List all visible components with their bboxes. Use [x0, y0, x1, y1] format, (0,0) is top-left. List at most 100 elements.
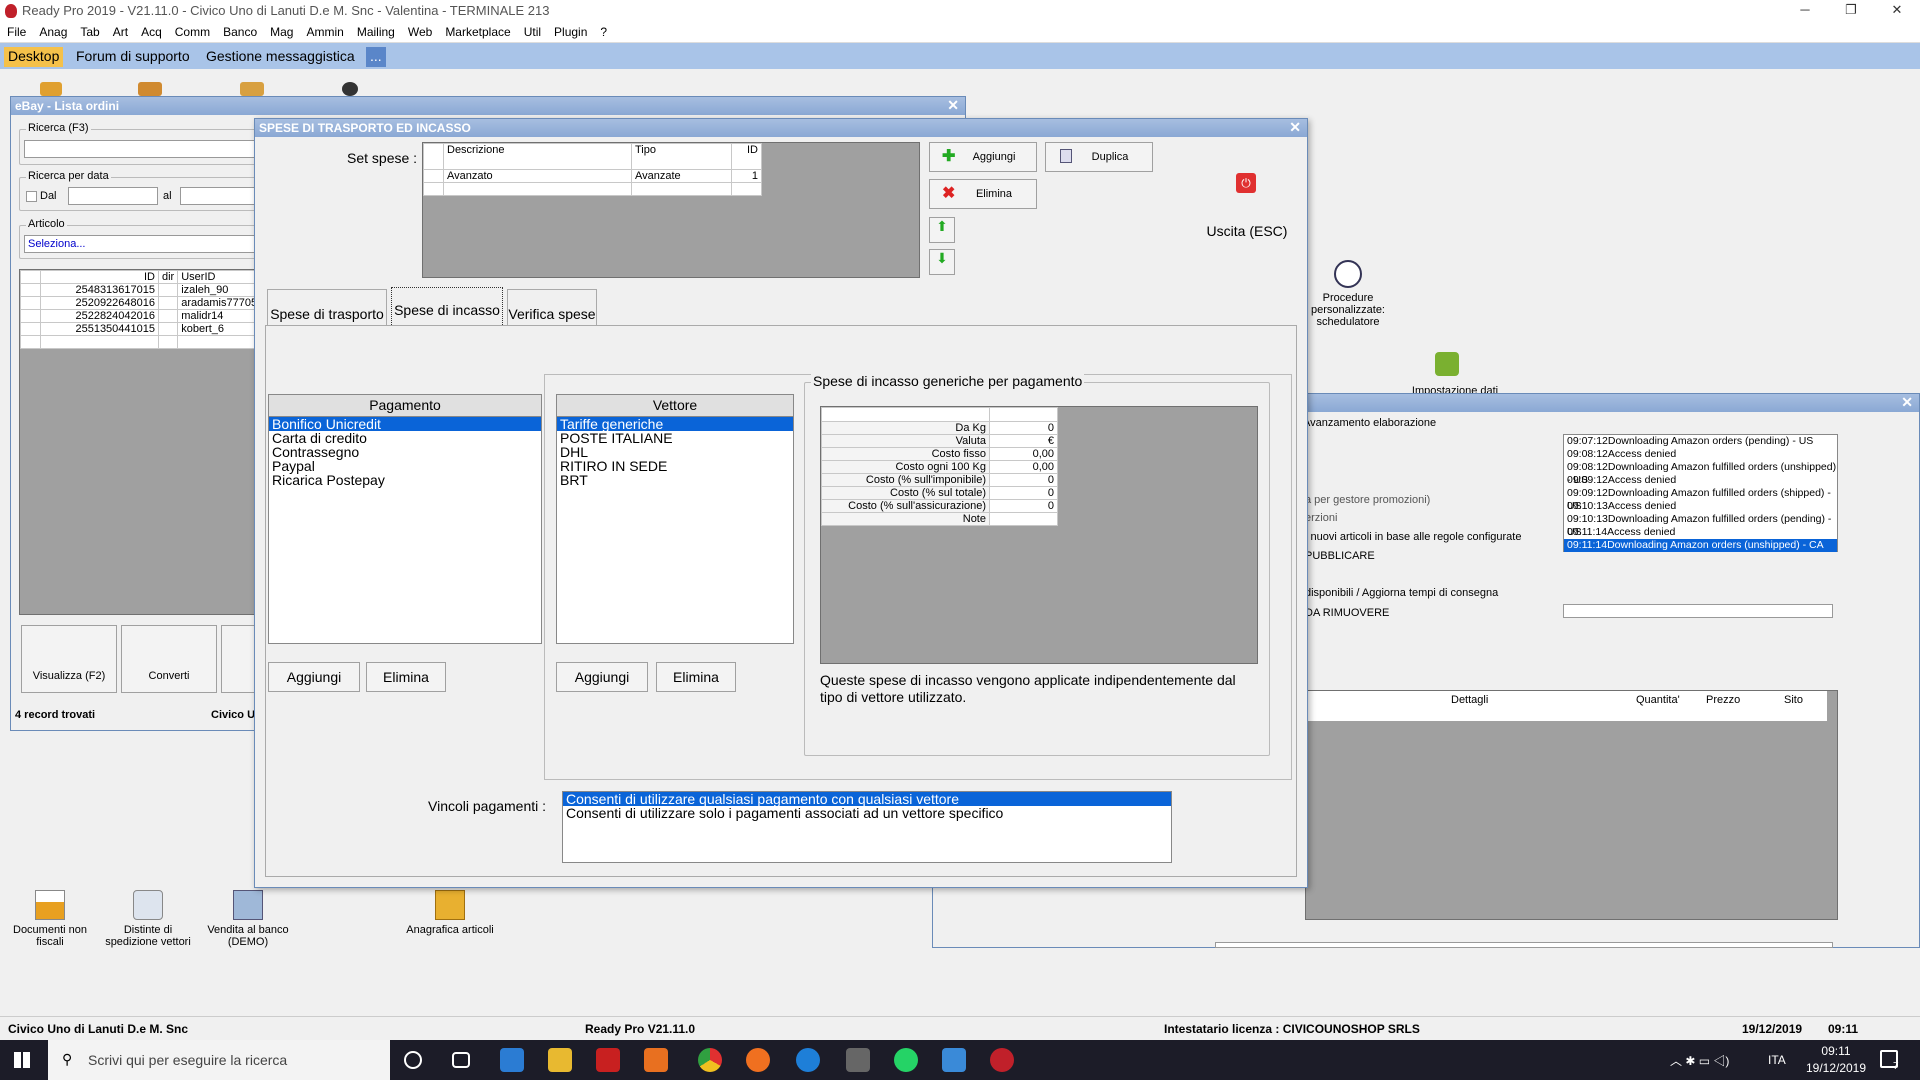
details-grid[interactable]: Dettagli Quantita' Prezzo Sito — [1305, 690, 1838, 920]
desktop-icon-3[interactable] — [240, 82, 264, 96]
view-button[interactable]: Visualizza (F2) — [21, 625, 117, 693]
app-icon[interactable] — [846, 1048, 870, 1072]
desktop-icon-2[interactable] — [138, 82, 162, 96]
table-row[interactable]: 2522824042016 malidr14 — [20, 309, 287, 323]
whatsapp-icon[interactable] — [894, 1048, 918, 1072]
cortana-icon[interactable] — [404, 1051, 422, 1069]
fee-value[interactable] — [989, 512, 1058, 526]
menu-plugin[interactable]: Plugin — [547, 22, 593, 39]
list-item[interactable]: RITIRO IN SEDE — [557, 459, 793, 473]
list-item[interactable]: DHL — [557, 445, 793, 459]
fee-value[interactable]: 0 — [989, 499, 1058, 513]
dal-checkbox[interactable] — [26, 191, 37, 202]
tab-desktop[interactable]: Desktop — [4, 47, 64, 67]
fee-row[interactable]: Valuta € — [821, 434, 1058, 448]
list-item[interactable]: Tariffe generiche — [557, 417, 793, 431]
task-view-icon[interactable] — [452, 1052, 470, 1068]
messenger-icon[interactable] — [942, 1048, 966, 1072]
fee-value[interactable]: 0,00 — [989, 460, 1058, 474]
store-icon[interactable] — [500, 1048, 524, 1072]
menu-acq[interactable]: Acq — [134, 22, 168, 39]
list-item[interactable]: Contrassegno — [269, 445, 541, 459]
firefox-icon[interactable] — [746, 1048, 770, 1072]
menu-web[interactable]: Web — [401, 22, 438, 39]
minimize-button[interactable]: ─ — [1782, 0, 1828, 22]
menu-file[interactable]: File — [0, 22, 32, 39]
add-payment-button[interactable]: Aggiungi — [268, 662, 360, 692]
add-set-button[interactable]: ✚ Aggiungi — [929, 142, 1037, 172]
filezilla-icon[interactable] — [596, 1048, 620, 1072]
close-icon[interactable]: ✕ — [1289, 119, 1301, 136]
readypro-icon[interactable] — [990, 1048, 1014, 1072]
close-button[interactable]: ✕ — [1874, 0, 1920, 22]
menu-mag[interactable]: Mag — [263, 22, 299, 39]
fee-value[interactable]: 0 — [989, 486, 1058, 500]
menu-util[interactable]: Util — [517, 22, 547, 39]
delete-payment-button[interactable]: Elimina — [366, 662, 446, 692]
desktop-icon-distinte[interactable]: Distinte di spedizione vettori — [98, 890, 198, 948]
list-item[interactable]: Consenti di utilizzare solo i pagamenti … — [563, 806, 1171, 820]
progress-log[interactable]: 09:07:12Downloading Amazon orders (pendi… — [1563, 434, 1838, 552]
tab-forum[interactable]: Forum di supporto — [72, 47, 194, 67]
desktop-icon-1[interactable] — [40, 82, 62, 96]
list-item[interactable]: Paypal — [269, 459, 541, 473]
list-item[interactable]: POSTE ITALIANE — [557, 431, 793, 445]
carrier-list[interactable]: Vettore Tariffe generiche POSTE ITALIANE… — [556, 394, 794, 644]
fee-row[interactable]: Costo (% sull'assicurazione) 0 — [821, 499, 1058, 513]
fees-grid[interactable]: Da Kg 0 Valuta € Costo fisso 0,00 Costo ogni 1… — [820, 406, 1258, 664]
menu-anag[interactable]: Anag — [32, 22, 73, 39]
set-grid[interactable]: Descrizione Tipo ID Avanzato Avanzate 1 — [422, 142, 920, 278]
menu-mailing[interactable]: Mailing — [350, 22, 401, 39]
list-item[interactable]: Bonifico Unicredit — [269, 417, 541, 431]
clock-date[interactable]: 19/12/2019 — [1800, 1061, 1872, 1075]
system-tray-icons[interactable]: ︿ ✱ ▭ ◁) — [1670, 1052, 1729, 1069]
fee-row[interactable]: Costo fisso 0,00 — [821, 447, 1058, 461]
fee-row[interactable]: Costo ogni 100 Kg 0,00 — [821, 460, 1058, 474]
delete-carrier-button[interactable]: Elimina — [656, 662, 736, 692]
desktop-icon-documenti[interactable]: Documenti non fiscali — [0, 890, 100, 948]
language-indicator[interactable]: ITA — [1768, 1053, 1786, 1067]
menu-tab[interactable]: Tab — [73, 22, 105, 39]
desktop-icon-4[interactable] — [342, 82, 358, 96]
fee-value[interactable]: € — [989, 434, 1058, 448]
fee-value[interactable]: 0 — [989, 421, 1058, 435]
menu-ammin[interactable]: Ammin — [299, 22, 349, 39]
chrome-icon[interactable] — [698, 1048, 722, 1072]
close-icon[interactable]: ✕ — [1901, 394, 1913, 411]
list-item[interactable]: BRT — [557, 473, 793, 487]
date-from-input[interactable] — [68, 187, 158, 205]
maximize-button[interactable]: ❐ — [1828, 0, 1874, 22]
fee-row[interactable]: Note — [821, 512, 1058, 526]
menu-comm[interactable]: Comm — [168, 22, 216, 39]
table-row[interactable]: 2548313617015 izaleh_90 — [20, 283, 287, 297]
menu-banco[interactable]: Banco — [216, 22, 263, 39]
tab-spese-incasso[interactable]: Spese di incasso — [391, 287, 503, 327]
close-icon[interactable]: ✕ — [947, 97, 959, 114]
desktop-icon-anagrafica[interactable]: Anagrafica articoli — [400, 890, 500, 936]
table-row[interactable]: Avanzato Avanzate 1 — [423, 169, 762, 183]
tab-more[interactable]: ... — [366, 47, 386, 67]
fee-value[interactable]: 0,00 — [989, 447, 1058, 461]
add-carrier-button[interactable]: Aggiungi — [556, 662, 648, 692]
table-row[interactable]: 2520922648016 aradamis777054_2 — [20, 296, 287, 310]
vincoli-list[interactable]: Consenti di utilizzare qualsiasi pagamen… — [562, 791, 1172, 863]
table-row[interactable]: 2551350441015 kobert_6 — [20, 322, 287, 336]
list-item[interactable]: Ricarica Postepay — [269, 473, 541, 487]
desktop-icon-vendita[interactable]: Vendita al banco (DEMO) — [198, 890, 298, 948]
tab-verifica-spese[interactable]: Verifica spese — [507, 289, 597, 325]
payment-list[interactable]: Pagamento Bonifico Unicredit Carta di cr… — [268, 394, 542, 644]
taskbar-search[interactable]: ⚲ Scrivi qui per eseguire la ricerca — [48, 1040, 390, 1080]
delete-set-button[interactable]: ✖ Elimina — [929, 179, 1037, 209]
fee-row[interactable]: Da Kg 0 — [821, 421, 1058, 435]
exit-button[interactable]: ⏻ Uscita (ESC) — [1191, 143, 1303, 243]
tab-spese-trasporto[interactable]: Spese di trasporto — [267, 289, 387, 325]
tab-messaggistica[interactable]: Gestione messaggistica — [202, 47, 359, 67]
fee-value[interactable]: 0 — [989, 473, 1058, 487]
fee-row[interactable]: Costo (% sull'imponibile) 0 — [821, 473, 1058, 487]
list-item[interactable]: Carta di credito — [269, 431, 541, 445]
file-explorer-icon[interactable] — [548, 1048, 572, 1072]
clock-time[interactable]: 09:11 — [1806, 1044, 1866, 1058]
fee-row[interactable]: Costo (% sul totale) 0 — [821, 486, 1058, 500]
menu-help[interactable]: ? — [593, 22, 613, 39]
desktop-icon-procedure[interactable]: Procedure personalizzate: schedulatore — [1298, 260, 1398, 328]
